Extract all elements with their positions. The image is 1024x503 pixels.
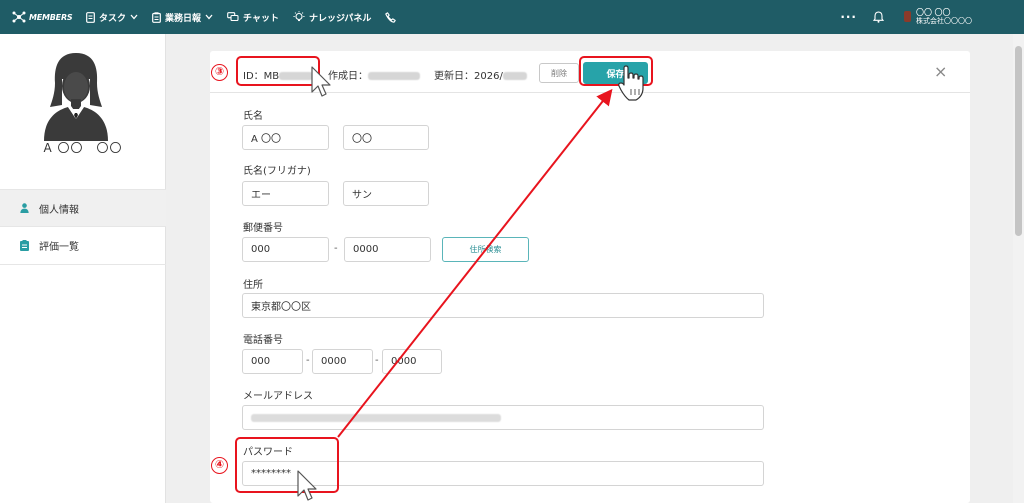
last-name-field[interactable]: A 〇〇 [242, 125, 329, 150]
first-name-field[interactable]: 〇〇 [343, 125, 429, 150]
password-label: パスワード [243, 447, 293, 458]
more-menu-button[interactable]: ··· [840, 10, 857, 24]
redacted-created-date [368, 72, 420, 80]
first-kana-field[interactable]: サン [343, 181, 429, 206]
user-company: 株式会社〇〇〇〇 [916, 16, 972, 25]
address-label: 住所 [243, 280, 263, 291]
nav-chat[interactable]: チャット [227, 11, 279, 24]
redacted-updated-date [502, 72, 527, 80]
nav-daily-report-label: 業務日報 [165, 13, 202, 24]
lightbulb-icon [293, 11, 305, 22]
sidebar: A 〇〇 〇〇 個人情報 評価一覧 [0, 34, 166, 503]
panel-header: ID：MB 作成日： 更新日：2026/ 削除 保存 × [210, 51, 970, 93]
clipboard-icon [152, 11, 161, 23]
zip-second-field[interactable]: 0000 [344, 237, 431, 262]
record-id: ID：MB [243, 67, 314, 82]
zip-label: 郵便番号 [243, 223, 283, 234]
logo-mark-icon [12, 11, 26, 23]
nav-right: ··· 〇〇 〇〇 株式会社〇〇〇〇 [840, 0, 1024, 34]
phone-first-field[interactable]: 000 [242, 349, 303, 374]
nav-phone[interactable] [385, 11, 397, 23]
email-field[interactable] [242, 405, 764, 430]
kana-label: 氏名(フリガナ) [243, 166, 311, 177]
sidebar-item-personal-info[interactable]: 個人情報 [0, 189, 166, 227]
redacted-id [279, 72, 314, 80]
logo-text: MEMBERS [29, 12, 73, 22]
phone-second-field[interactable]: 0000 [312, 349, 373, 374]
chat-icon [227, 12, 239, 22]
created-date-label: 作成日： [328, 71, 368, 82]
sidebar-item-label: 評価一覧 [39, 242, 79, 253]
updated-date-label: 更新日：2026/ [434, 71, 503, 82]
phone-icon [385, 11, 397, 23]
phone-separator: - [375, 355, 379, 366]
user-avatar [904, 11, 911, 23]
sidebar-item-evaluations[interactable]: 評価一覧 [0, 227, 166, 265]
save-button[interactable]: 保存 [583, 62, 648, 84]
person-silhouette-icon [44, 53, 108, 141]
side-menu: 個人情報 評価一覧 [0, 189, 166, 265]
created-date: 作成日： [328, 67, 420, 82]
user-menu[interactable]: 〇〇 〇〇 株式会社〇〇〇〇 [904, 8, 972, 25]
list-icon [20, 240, 29, 251]
password-field[interactable]: ******** [242, 461, 764, 486]
phone-third-field[interactable]: 0000 [382, 349, 442, 374]
top-navigation-bar: MEMBERS タスク 業務日報 チャット ナレッジパネル ··· 〇〇 〇〇 … [0, 0, 1024, 34]
address-field[interactable]: 東京都〇〇区 [242, 293, 764, 318]
nav-knowledge-panel-label: ナレッジパネル [308, 13, 372, 24]
nav-daily-report[interactable]: 業務日報 [152, 11, 213, 24]
main-nav: タスク 業務日報 チャット ナレッジパネル [86, 11, 397, 24]
updated-date: 更新日：2026/ [434, 67, 527, 82]
phone-label: 電話番号 [243, 335, 283, 346]
scrollbar-thumb[interactable] [1015, 46, 1022, 236]
phone-separator: - [306, 355, 310, 366]
chevron-down-icon [130, 14, 138, 20]
nav-task-label: タスク [99, 13, 127, 24]
edit-panel: ID：MB 作成日： 更新日：2026/ 削除 保存 × 氏名 A 〇〇 〇〇 … [210, 51, 970, 503]
nav-task[interactable]: タスク [86, 11, 138, 24]
redacted-email [251, 413, 501, 422]
record-id-label: ID：MB [243, 71, 280, 82]
person-icon [20, 203, 29, 213]
bell-icon[interactable] [873, 11, 884, 23]
document-icon [86, 11, 95, 23]
last-kana-field[interactable]: エー [242, 181, 329, 206]
close-icon[interactable]: × [934, 62, 947, 82]
page-scrollbar[interactable] [1013, 34, 1024, 503]
zip-separator: - [334, 243, 338, 254]
nav-chat-label: チャット [243, 13, 279, 24]
address-search-button[interactable]: 住所検索 [442, 237, 529, 262]
delete-button[interactable]: 削除 [539, 63, 579, 83]
nav-knowledge-panel[interactable]: ナレッジパネル [293, 11, 371, 24]
user-info: 〇〇 〇〇 株式会社〇〇〇〇 [916, 8, 972, 25]
sidebar-item-label: 個人情報 [39, 204, 79, 216]
chevron-down-icon [205, 14, 213, 20]
email-label: メールアドレス [243, 391, 313, 402]
profile-avatar [38, 49, 114, 141]
profile-name: A 〇〇 〇〇 [43, 141, 123, 155]
members-logo[interactable]: MEMBERS [12, 10, 82, 24]
zip-first-field[interactable]: 000 [242, 237, 329, 262]
name-label: 氏名 [243, 111, 263, 122]
